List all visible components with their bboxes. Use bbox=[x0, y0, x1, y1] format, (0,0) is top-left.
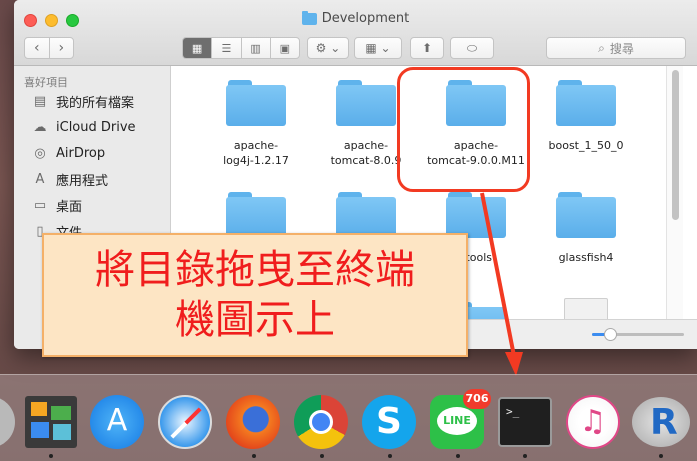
skype-icon: S bbox=[362, 395, 416, 449]
running-indicator bbox=[523, 454, 527, 458]
dock: A S LINE 706 >_ ♫ R bbox=[0, 374, 697, 461]
dock-app-preview[interactable] bbox=[22, 393, 80, 451]
running-indicator bbox=[659, 454, 663, 458]
running-indicator bbox=[456, 454, 460, 458]
terminal-icon: >_ bbox=[498, 397, 552, 447]
callout-line-2: 機圖示上 bbox=[175, 297, 335, 343]
instruction-callout: 將目錄拖曳至終端 機圖示上 bbox=[42, 233, 468, 357]
music-note-icon: ♫ bbox=[566, 395, 620, 449]
notification-badge: 706 bbox=[463, 389, 491, 409]
firefox-icon bbox=[226, 395, 280, 449]
dock-app-chrome[interactable] bbox=[292, 393, 350, 451]
dock-app-safari[interactable] bbox=[156, 393, 214, 451]
callout-line-1: 將目錄拖曳至終端 bbox=[95, 247, 415, 293]
running-indicator bbox=[320, 454, 324, 458]
app-store-icon: A bbox=[90, 395, 144, 449]
running-indicator bbox=[252, 454, 256, 458]
terminal-prompt: >_ bbox=[506, 405, 520, 418]
dock-app-app-store[interactable]: A bbox=[88, 393, 146, 451]
compass-icon bbox=[158, 395, 212, 449]
running-indicator bbox=[49, 454, 53, 458]
r-icon: R bbox=[632, 397, 690, 447]
chrome-icon bbox=[294, 395, 348, 449]
line-icon-label: LINE bbox=[443, 414, 471, 427]
dock-app-firefox[interactable] bbox=[224, 393, 282, 451]
dock-app-r[interactable]: R bbox=[632, 393, 690, 451]
dock-app-partial[interactable] bbox=[0, 393, 18, 451]
dock-app-skype[interactable]: S bbox=[360, 393, 418, 451]
dock-app-itunes[interactable]: ♫ bbox=[564, 393, 622, 451]
dock-app-terminal[interactable]: >_ bbox=[496, 393, 554, 451]
running-indicator bbox=[388, 454, 392, 458]
